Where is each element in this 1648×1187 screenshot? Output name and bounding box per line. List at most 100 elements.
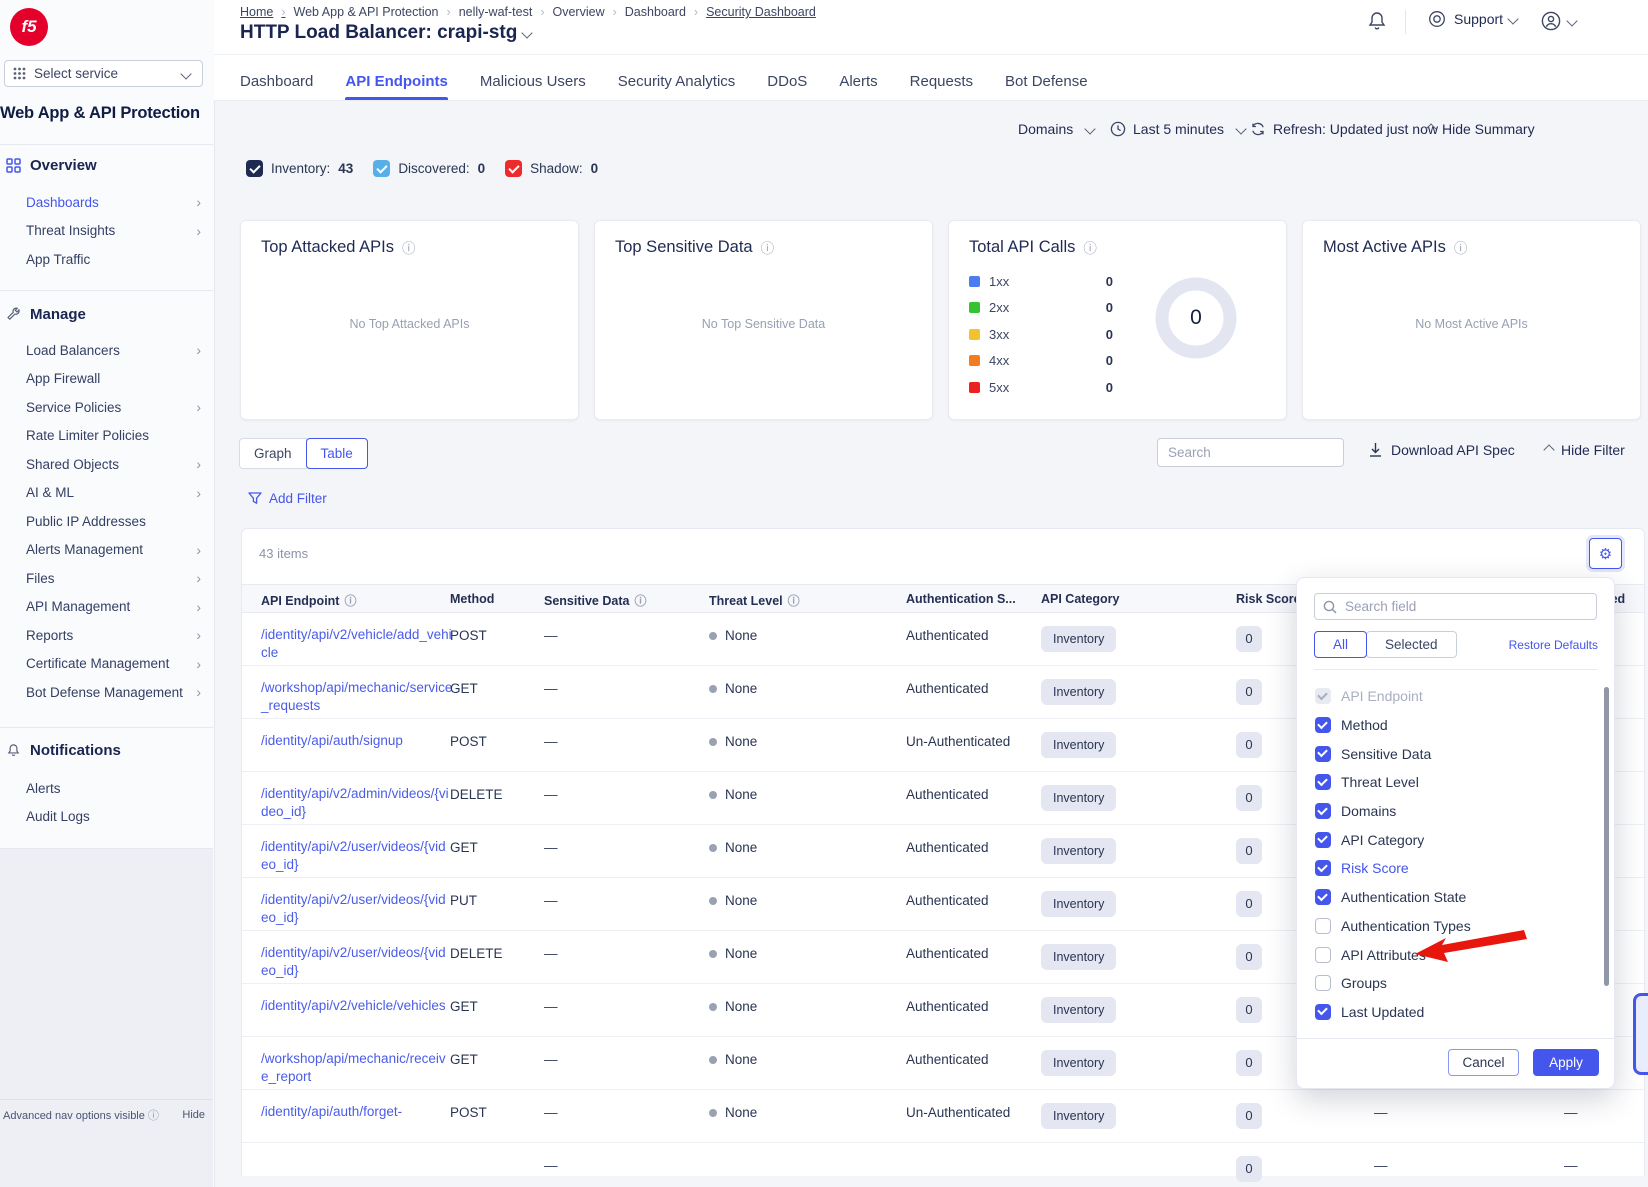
cancel-button[interactable]: Cancel (1448, 1049, 1519, 1076)
endpoint-link[interactable]: /workshop/api/mechanic/service_requests (261, 679, 453, 715)
sidebar-item[interactable]: Files › (0, 564, 213, 593)
breadcrumb-item[interactable]: Dashboard (625, 5, 706, 19)
scrollbar-thumb[interactable] (1604, 687, 1609, 986)
sidebar-item[interactable]: Dashboards › (0, 188, 213, 217)
service-selector[interactable]: Select service (4, 60, 203, 87)
column-checkbox-item[interactable]: Method (1297, 711, 1614, 740)
column-header-sensitive-data[interactable]: Sensitive Dataⓘ (544, 592, 646, 609)
download-icon (1368, 442, 1383, 458)
restore-defaults-link[interactable]: Restore Defaults (1509, 638, 1598, 652)
hide-filter-button[interactable]: Hide Filter (1545, 442, 1625, 458)
sidebar-item[interactable]: AI & ML › (0, 479, 213, 508)
breadcrumb-item[interactable]: Home (240, 5, 294, 19)
breadcrumb-item[interactable]: Web App & API Protection (294, 5, 459, 19)
tab[interactable]: Alerts (839, 63, 877, 100)
tab[interactable]: Security Analytics (618, 63, 736, 100)
counter-value: 0 (591, 161, 599, 176)
tab[interactable]: Dashboard (240, 63, 313, 100)
column-checkbox-item[interactable]: Domains (1297, 797, 1614, 826)
endpoint-link[interactable]: /identity/api/v2/user/videos/{video_id} (261, 891, 453, 927)
counter-checkbox[interactable]: Shadow: 0 (505, 160, 598, 177)
endpoint-link[interactable]: /identity/api/auth/forget- (261, 1103, 453, 1121)
filter-selected-button[interactable]: Selected (1366, 631, 1457, 658)
endpoint-link[interactable]: /identity/api/v2/admin/videos/{video_id} (261, 785, 453, 821)
endpoint-link[interactable]: /identity/api/v2/vehicle/vehicles (261, 997, 453, 1015)
column-checkbox-item[interactable]: Risk Score (1297, 854, 1614, 883)
column-checkbox-item[interactable]: Groups (1297, 969, 1614, 998)
column-header-risk-score[interactable]: Risk Score (1236, 592, 1301, 606)
column-checkbox-item[interactable]: Threat Level (1297, 768, 1614, 797)
column-header-method[interactable]: Method (450, 592, 494, 606)
view-toggle: Graph Table (239, 438, 368, 469)
breadcrumb-item[interactable]: nelly-waf-test (459, 5, 553, 19)
tab[interactable]: Bot Defense (1005, 63, 1088, 100)
sidebar-item[interactable]: API Management › (0, 593, 213, 622)
account-menu[interactable] (1540, 10, 1576, 32)
download-api-spec-button[interactable]: Download API Spec (1368, 442, 1515, 458)
notifications-bell-button[interactable] (1367, 10, 1387, 32)
apply-button[interactable]: Apply (1533, 1049, 1599, 1076)
checkbox-icon (1315, 860, 1331, 876)
sidebar-item[interactable]: App Traffic › (0, 245, 213, 274)
sidebar-item-label: Alerts (26, 781, 61, 796)
add-filter-button[interactable]: Add Filter (248, 491, 327, 506)
domains-dropdown[interactable]: Domains (1018, 121, 1094, 137)
bell-icon (6, 743, 21, 758)
endpoint-link[interactable]: /workshop/api/mechanic/receive_report (261, 1050, 453, 1086)
breadcrumb-item[interactable]: Security Dashboard (706, 5, 816, 19)
endpoint-link[interactable]: /identity/api/auth/signup (261, 732, 453, 750)
sidebar-item[interactable]: Service Policies › (0, 393, 213, 422)
topbar: Home Web App & API Protection nelly-waf-… (214, 0, 1648, 101)
sidebar-item[interactable]: Alerts Management › (0, 536, 213, 565)
tab[interactable]: DDoS (767, 63, 807, 100)
search-input[interactable] (1157, 438, 1344, 467)
column-checkbox-item[interactable]: API Category (1297, 825, 1614, 854)
counter-checkbox[interactable]: Inventory: 43 (246, 160, 353, 177)
column-checkbox-item[interactable]: Last Updated (1297, 998, 1614, 1027)
tab[interactable]: Requests (910, 63, 973, 100)
endpoint-link[interactable]: /identity/api/v2/user/videos/{video_id} (261, 944, 453, 980)
column-settings-button[interactable]: ⚙ (1589, 538, 1622, 569)
endpoint-link[interactable]: /identity/api/v2/vehicle/add_vehicle (261, 626, 453, 662)
sidebar-item[interactable]: Public IP Addresses › (0, 507, 213, 536)
risk-score-cell: 0 (1236, 997, 1262, 1023)
breadcrumb-item[interactable]: Overview (553, 5, 625, 19)
filter-all-button[interactable]: All (1314, 631, 1367, 658)
sidebar-item[interactable]: Certificate Management › (0, 650, 213, 679)
column-header-api-endpoint[interactable]: API Endpointⓘ (261, 592, 356, 609)
counter-checkbox[interactable]: Discovered: 0 (373, 160, 485, 177)
sidebar-item[interactable]: Load Balancers › (0, 336, 213, 365)
table-view-button[interactable]: Table (306, 438, 368, 469)
risk-score-badge: 0 (1236, 1103, 1262, 1129)
time-range-dropdown[interactable]: Last 5 minutes (1110, 121, 1245, 137)
column-header-api-category[interactable]: API Category (1041, 592, 1120, 606)
hide-summary-button[interactable]: Hide Summary (1427, 121, 1535, 137)
refresh-button[interactable]: Refresh: Updated just now (1250, 121, 1438, 137)
sidebar-item[interactable]: Reports › (0, 621, 213, 650)
tab[interactable]: Malicious Users (480, 63, 586, 100)
sidebar-item[interactable]: Alerts › (0, 774, 213, 803)
sidebar-item[interactable]: Audit Logs › (0, 803, 213, 832)
sidebar-footer: Advanced nav options visibleⓘ Hide (0, 1099, 213, 1129)
chevron-down-icon[interactable] (522, 27, 533, 38)
risk-score-badge: 0 (1236, 891, 1262, 917)
column-checkbox-item[interactable]: Authentication State (1297, 883, 1614, 912)
hide-nav-button[interactable]: Hide (182, 1109, 205, 1121)
tab[interactable]: API Endpoints (345, 63, 448, 100)
column-header-authentication-state[interactable]: Authentication S... (906, 592, 1016, 606)
graph-view-button[interactable]: Graph (239, 438, 307, 469)
field-search-input[interactable] (1314, 593, 1597, 620)
sidebar-item[interactable]: Threat Insights › (0, 217, 213, 246)
column-header-threat-level[interactable]: Threat Levelⓘ (709, 592, 800, 609)
sidebar-item[interactable]: Shared Objects › (0, 450, 213, 479)
column-checkbox-item[interactable]: API Endpoint (1297, 682, 1614, 711)
sidebar-item[interactable]: App Firewall › (0, 365, 213, 394)
waffle-icon (13, 67, 26, 80)
checkbox-checked-icon (246, 160, 263, 177)
column-checkbox-item[interactable]: Sensitive Data (1297, 739, 1614, 768)
sidebar-item[interactable]: Bot Defense Management › (0, 678, 213, 707)
support-menu[interactable]: Support (1428, 10, 1517, 28)
sidebar-item[interactable]: Rate Limiter Policies › (0, 422, 213, 451)
chevron-right-icon: › (196, 685, 201, 699)
endpoint-link[interactable]: /identity/api/v2/user/videos/{video_id} (261, 838, 453, 874)
